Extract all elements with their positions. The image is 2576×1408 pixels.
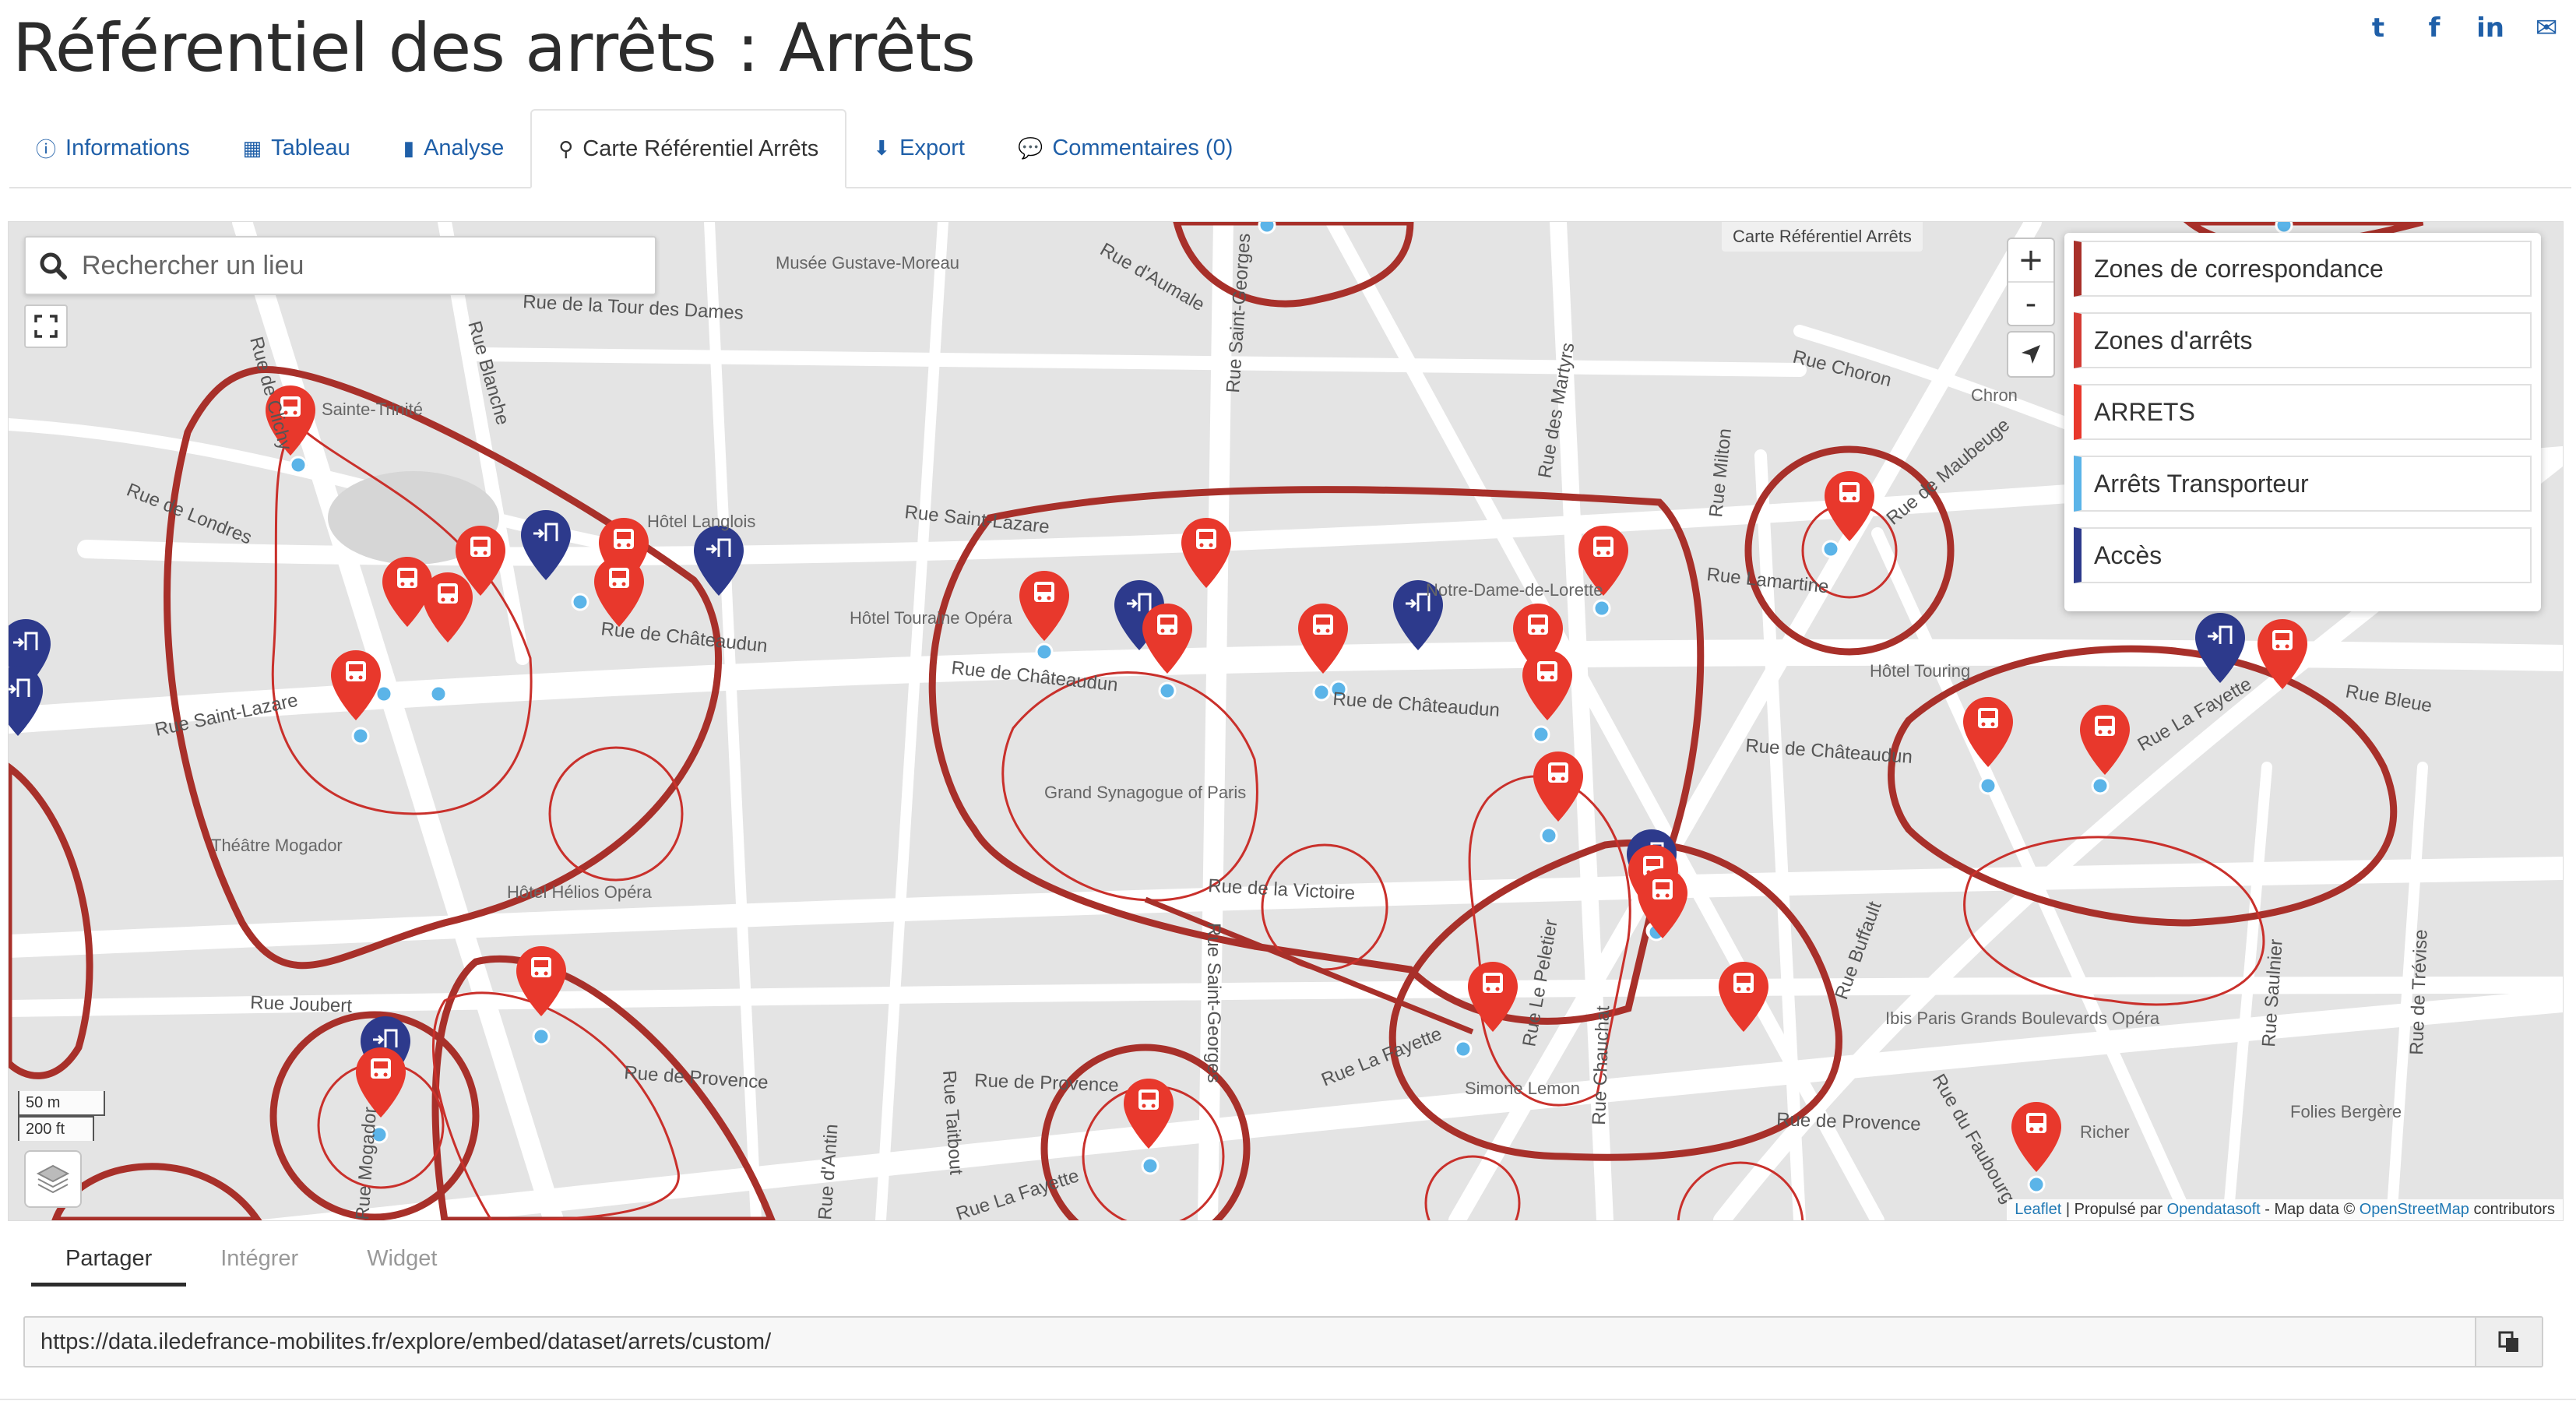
legend-item-zones-d-arrets[interactable]: Zones d'arrêts [2074, 312, 2532, 368]
place-label: Ibis Paris Grands Boulevards Opéra [1885, 1008, 2160, 1028]
comments-icon: 💬 [1017, 136, 1043, 160]
place-label: Folies Bergère [2290, 1102, 2402, 1121]
place-label: Hôtel Touraine Opéra [850, 608, 1012, 628]
place-label: Hôtel Hélios Opéra [507, 882, 653, 902]
scale-imperial: 200 ft [18, 1116, 94, 1141]
place-label: Notre-Dame-de-Lorette [1426, 580, 1603, 600]
place-search[interactable] [24, 236, 656, 295]
facebook-icon[interactable]: f [2417, 11, 2451, 45]
tab-partager[interactable]: Partager [31, 1230, 187, 1287]
map-attribution: Leaflet | Propulsé par Opendatasoft - Ma… [2007, 1199, 2563, 1220]
tab-carte-referentiel-arrets[interactable]: ⚲ Carte Référentiel Arrêts [530, 109, 847, 188]
dataset-tabs: ⓘ Informations ▦ Tableau ▮ Analyse ⚲ Car… [9, 109, 2571, 188]
tab-analyse[interactable]: ▮ Analyse [377, 109, 530, 187]
place-label: Théâtre Mogador [211, 836, 343, 855]
place-label: Grand Synagogue of Paris [1044, 783, 1246, 802]
share-url-box [23, 1316, 2543, 1368]
expand-icon [34, 315, 58, 338]
search-icon [26, 251, 80, 280]
place-label: Simone Lemon [1465, 1079, 1580, 1098]
street-label: Rue Chauchat [1589, 1005, 1614, 1126]
place-label: Sainte-Trinité [322, 400, 423, 419]
leaflet-link[interactable]: Leaflet [2015, 1201, 2061, 1218]
map-marker-icon: ⚲ [558, 136, 574, 160]
zoom-in-button[interactable]: + [2008, 239, 2053, 281]
page-title: Référentiel des arrêts : Arrêts [12, 9, 976, 87]
search-input[interactable] [80, 249, 628, 282]
openstreetmap-link[interactable]: OpenStreetMap [2360, 1201, 2469, 1218]
legend-item-zones-de-correspondance[interactable]: Zones de correspondance [2074, 241, 2532, 297]
zoom-out-button[interactable]: - [2008, 281, 2053, 325]
street-label: Rue Saint-Georges [1203, 923, 1224, 1082]
tab-widget[interactable]: Widget [333, 1230, 471, 1287]
mail-icon[interactable]: ✉ [2529, 11, 2564, 45]
location-arrow-icon [2022, 345, 2040, 364]
opendatasoft-link[interactable]: Opendatasoft [2167, 1201, 2261, 1218]
attribution-text: - Map data © [2260, 1201, 2360, 1218]
layers-icon [36, 1164, 70, 1194]
tab-label: Tableau [271, 135, 350, 160]
scale-metric: 50 m [18, 1091, 105, 1116]
share-url-input[interactable] [25, 1318, 2475, 1366]
place-label: Musée Gustave-Moreau [776, 253, 959, 273]
table-icon: ▦ [242, 136, 262, 160]
social-share-bar: t f in ✉ [2361, 11, 2564, 45]
tab-label: Informations [65, 135, 190, 160]
twitter-icon[interactable]: t [2361, 11, 2395, 45]
place-label: Hôtel Langlois [647, 512, 755, 531]
street-label: Rue Joubert [250, 992, 353, 1017]
tab-informations[interactable]: ⓘ Informations [9, 109, 216, 187]
tab-tableau[interactable]: ▦ Tableau [216, 109, 377, 187]
tab-integrer[interactable]: Intégrer [186, 1230, 333, 1287]
download-icon: ⬇ [873, 136, 891, 160]
map-title-label: Carte Référentiel Arrêts [1722, 222, 1923, 252]
map-view[interactable]: Rue Saint-Lazare Rue Saint-Lazare Rue de… [8, 221, 2564, 1221]
legend-item-acces[interactable]: Accès [2074, 527, 2532, 583]
tab-label: Carte Référentiel Arrêts [582, 136, 819, 161]
layers-button[interactable] [24, 1150, 82, 1208]
place-label: Hôtel Touring [1870, 661, 1970, 681]
zoom-control: + - [2007, 238, 2055, 326]
tab-label: Commentaires (0) [1052, 135, 1233, 160]
tab-commentaires[interactable]: 💬 Commentaires (0) [991, 109, 1259, 187]
attribution-text: contributors [2469, 1201, 2555, 1218]
scale-bar: 50 m 200 ft [18, 1091, 105, 1141]
tab-export[interactable]: ⬇ Export [846, 109, 991, 187]
share-tabs: Partager Intégrer Widget [31, 1230, 471, 1287]
street-label: Rue de Trévise [2406, 929, 2432, 1055]
place-label: Richer [2080, 1122, 2130, 1142]
legend-item-arrets-transporteur[interactable]: Arrêts Transporteur [2074, 456, 2532, 512]
bar-chart-icon: ▮ [403, 136, 415, 160]
tab-label: Analyse [424, 135, 505, 160]
divider [0, 1399, 2576, 1400]
tab-label: Export [899, 135, 965, 160]
info-circle-icon: ⓘ [36, 137, 57, 161]
place-label: Chron [1971, 385, 2018, 405]
layer-legend: Zones de correspondance Zones d'arrêts A… [2064, 233, 2541, 611]
linkedin-icon[interactable]: in [2473, 11, 2507, 45]
copy-icon [2498, 1331, 2518, 1352]
attribution-text: | Propulsé par [2061, 1201, 2167, 1218]
locate-button[interactable] [2007, 331, 2055, 378]
copy-button[interactable] [2475, 1318, 2542, 1366]
legend-item-arrets[interactable]: ARRETS [2074, 384, 2532, 440]
fullscreen-button[interactable] [24, 304, 68, 348]
